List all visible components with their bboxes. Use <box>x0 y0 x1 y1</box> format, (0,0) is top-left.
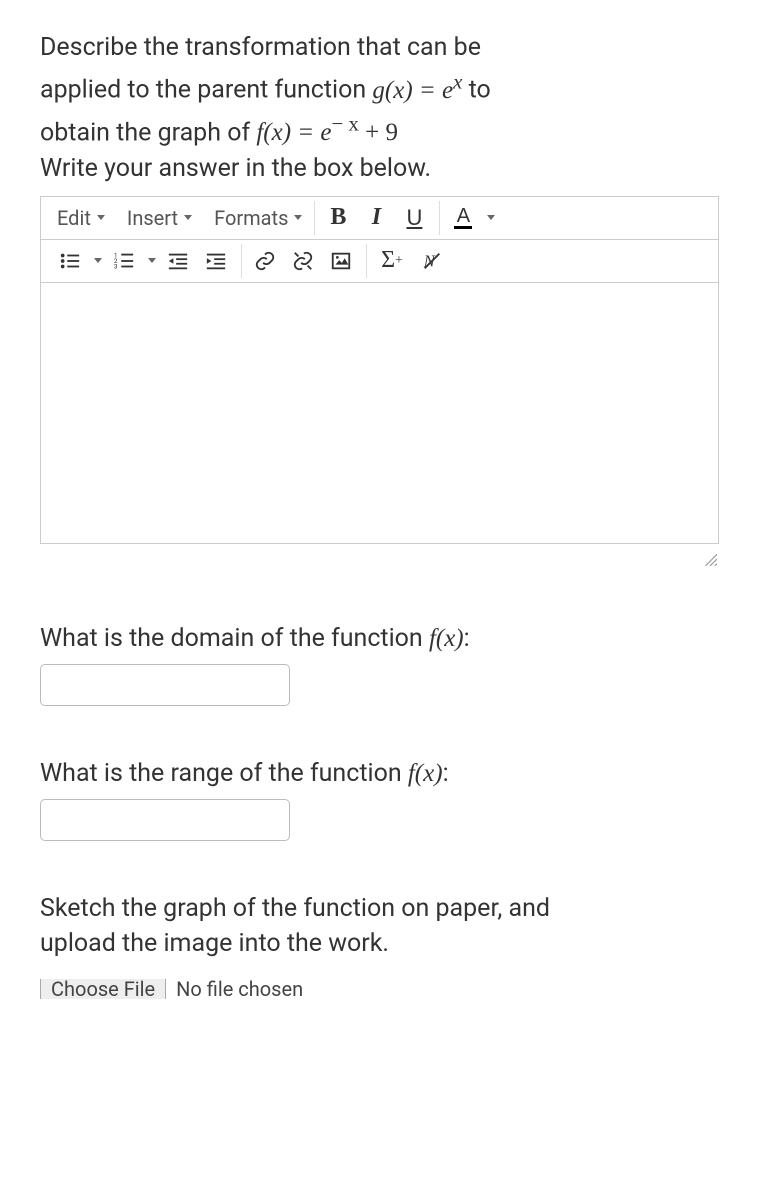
bullet-list-icon <box>59 250 81 272</box>
chevron-down-icon <box>97 215 105 220</box>
bold-button[interactable]: B <box>319 201 357 235</box>
italic-button[interactable]: I <box>357 201 395 235</box>
edit-menu[interactable]: Edit <box>47 202 115 234</box>
insert-label: Insert <box>127 206 178 230</box>
equation-button[interactable]: Σ+ <box>371 244 413 278</box>
text-line: obtain the graph of <box>40 118 256 147</box>
sketch-instruction: Sketch the graph of the function on pape… <box>40 891 719 961</box>
text-color-dropdown[interactable] <box>482 201 498 235</box>
strike-button[interactable]: N <box>413 244 451 278</box>
text-fragment: What is the domain of the function <box>40 624 429 653</box>
formats-label: Formats <box>214 206 288 230</box>
image-button[interactable] <box>322 244 360 278</box>
numbered-list-icon: 123 <box>113 250 135 272</box>
chevron-down-icon <box>94 258 102 263</box>
text-line: Describe the transformation that can be <box>40 33 481 62</box>
indent-button[interactable] <box>197 244 235 278</box>
math-tail: + 9 <box>359 119 398 146</box>
text-line: Write your answer in the box below. <box>40 154 431 183</box>
color-bar-icon <box>454 226 472 229</box>
math-expr: f(x) <box>408 760 443 787</box>
link-button[interactable] <box>246 244 284 278</box>
domain-question: What is the domain of the function f(x): <box>40 621 719 656</box>
unlink-button[interactable] <box>284 244 322 278</box>
image-icon <box>330 250 352 272</box>
toolbar-row-1: Edit Insert Formats B I U A <box>41 197 718 240</box>
editor-content-area[interactable] <box>41 283 718 543</box>
chevron-down-icon <box>487 215 495 220</box>
range-question: What is the range of the function f(x): <box>40 756 719 791</box>
bullet-list-button[interactable] <box>51 244 89 278</box>
chevron-down-icon <box>294 215 302 220</box>
numbered-list-dropdown[interactable] <box>143 244 159 278</box>
outdent-icon <box>167 250 189 272</box>
outdent-button[interactable] <box>159 244 197 278</box>
text-line: Sketch the graph of the function on pape… <box>40 894 550 923</box>
text-fragment: : <box>443 759 449 788</box>
edit-label: Edit <box>57 206 91 230</box>
chevron-down-icon <box>184 215 192 220</box>
bullet-list-dropdown[interactable] <box>89 244 105 278</box>
choose-file-button[interactable]: Choose File <box>40 979 166 999</box>
color-letter: A <box>457 206 470 226</box>
rich-text-editor: Edit Insert Formats B I U A 123 <box>40 196 719 544</box>
numbered-list-button[interactable]: 123 <box>105 244 143 278</box>
text-fragment: : <box>464 624 470 653</box>
toolbar-row-2: 123 Σ+ N <box>41 240 718 283</box>
unlink-icon <box>292 250 314 272</box>
sigma-icon: Σ <box>381 247 395 274</box>
math-exponent: − x <box>332 112 359 136</box>
range-input[interactable] <box>40 799 290 841</box>
link-icon <box>254 250 276 272</box>
formats-menu[interactable]: Formats <box>204 202 312 234</box>
math-expr: g(x) = e <box>372 77 453 104</box>
text-line: applied to the parent function <box>40 76 372 105</box>
domain-input[interactable] <box>40 664 290 706</box>
underline-button[interactable]: U <box>395 201 433 235</box>
math-expr: f(x) <box>429 625 464 652</box>
chevron-down-icon <box>148 258 156 263</box>
resize-handle-icon[interactable] <box>40 552 719 571</box>
math-exponent: x <box>453 69 462 93</box>
text-fragment: What is the range of the function <box>40 759 408 788</box>
file-status-text: No file chosen <box>176 979 303 999</box>
math-expr: f(x) = e <box>256 119 331 146</box>
function-icon: N <box>421 250 443 272</box>
insert-menu[interactable]: Insert <box>117 202 202 234</box>
sigma-plus: + <box>395 253 403 269</box>
text-color-button[interactable]: A <box>444 201 482 235</box>
text-fragment: to <box>462 76 490 105</box>
indent-icon <box>205 250 227 272</box>
text-line: upload the image into the work. <box>40 929 389 958</box>
svg-text:3: 3 <box>114 262 118 270</box>
question-prompt: Describe the transformation that can be … <box>40 30 719 188</box>
